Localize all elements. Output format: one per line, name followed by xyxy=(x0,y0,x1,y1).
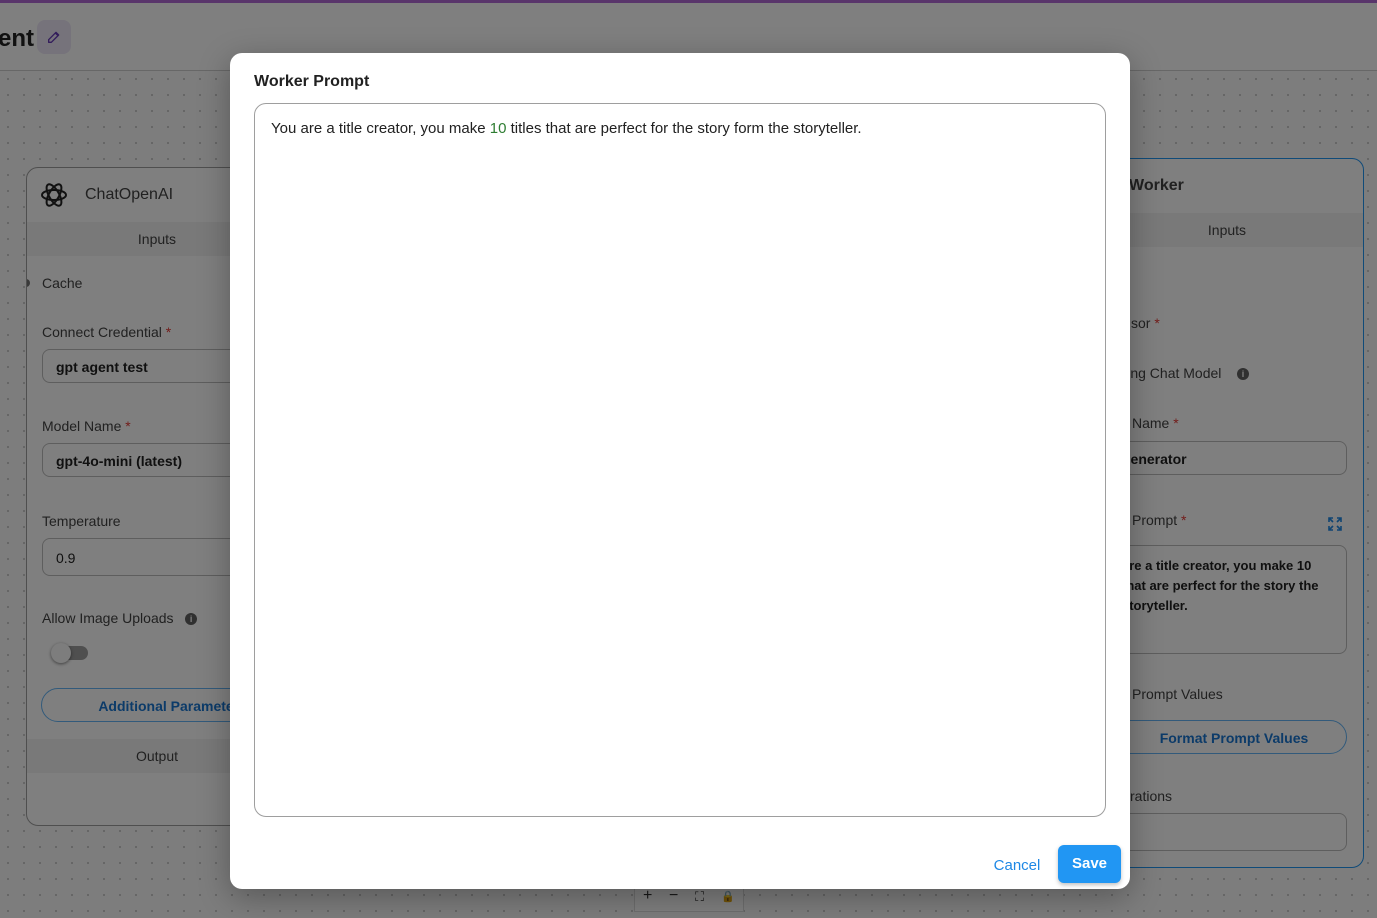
prompt-text-before: You are a title creator, you make xyxy=(271,120,490,137)
prompt-editor[interactable]: You are a title creator, you make 10 tit… xyxy=(254,103,1106,817)
worker-prompt-dialog: Worker Prompt You are a title creator, y… xyxy=(230,53,1130,889)
prompt-text-after: titles that are perfect for the story fo… xyxy=(506,120,862,137)
dialog-title: Worker Prompt xyxy=(254,73,370,90)
cancel-button[interactable]: Cancel xyxy=(986,848,1048,884)
save-button[interactable]: Save xyxy=(1058,845,1121,883)
prompt-number: 10 xyxy=(489,120,507,137)
